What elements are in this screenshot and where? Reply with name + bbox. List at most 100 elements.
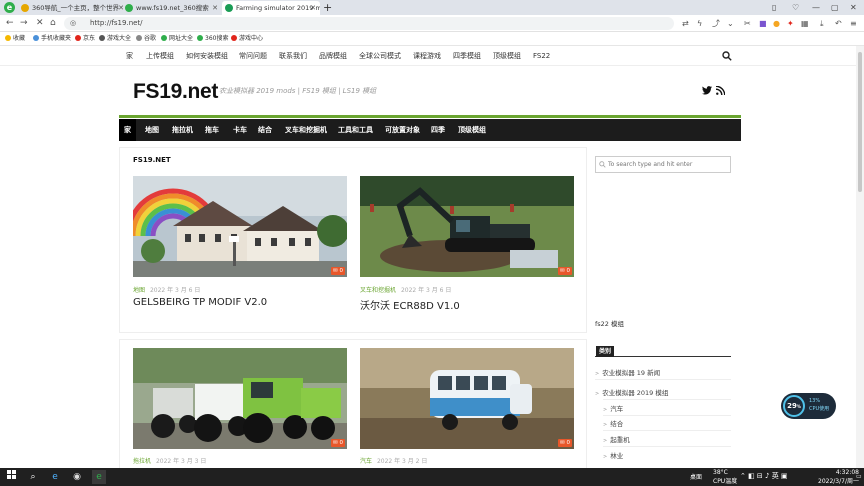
comment-count-badge[interactable]: ✉ 0	[331, 439, 345, 447]
post-thumbnail-bus[interactable]: ✉ 0	[360, 348, 574, 449]
search-icon[interactable]	[722, 51, 732, 61]
post-thumbnail-gelsbeirg[interactable]: ✉ 0	[133, 176, 347, 277]
post-title[interactable]: 沃尔沃 ECR88D V1.0	[360, 297, 460, 312]
bookmark-sites[interactable]: 网址大全	[161, 32, 193, 46]
category-item[interactable]: > 结合	[603, 418, 623, 428]
post-title[interactable]: GELSBEIRG TP MODIF V2.0	[133, 297, 267, 308]
topnav-seasons[interactable]: 四季模组	[453, 46, 481, 66]
minimize-icon[interactable]: —	[812, 1, 820, 14]
undo-icon[interactable]: ↶	[835, 17, 842, 30]
bookmark-games[interactable]: 游戏大全	[99, 32, 131, 46]
address-input[interactable]: ◎ http://fs19.net/	[64, 17, 674, 30]
tab-360-nav[interactable]: 360导航_一个主页，整个世界 ✕	[18, 1, 128, 15]
chevron-down-icon[interactable]: ⌄	[727, 17, 734, 30]
desktop-label[interactable]: 桌面	[690, 473, 702, 482]
mainnav-placeables[interactable]: 可放置对象	[385, 119, 420, 141]
tray-icons[interactable]: ⌃ ◧ ⊟ ♪ 英 ▣	[740, 472, 788, 481]
tab-close-icon[interactable]: ✕	[310, 1, 316, 15]
back-icon[interactable]: ←	[6, 17, 14, 30]
skin-icon[interactable]: ♡	[792, 1, 799, 14]
search-icon[interactable]: ⌕	[26, 470, 40, 484]
mainnav-tractors[interactable]: 拖拉机	[172, 119, 193, 141]
game-icon[interactable]: ✦	[787, 17, 794, 30]
tab-close-icon[interactable]: ✕	[212, 1, 218, 15]
topnav-contact[interactable]: 联系我们	[279, 46, 307, 66]
windows-start-icon[interactable]	[4, 470, 18, 484]
apps-grid-icon[interactable]: ▦	[801, 17, 809, 30]
bookmark-mobile[interactable]: 手机收藏夹	[33, 32, 71, 46]
category-item[interactable]: > 起重机	[603, 434, 630, 444]
mainnav-trailers[interactable]: 拖车	[205, 119, 219, 141]
post-category[interactable]: 地图	[133, 287, 145, 294]
comment-count-badge[interactable]: ✉ 0	[331, 267, 345, 275]
extension-icon[interactable]: ■	[759, 17, 767, 30]
shield-icon[interactable]: ●	[773, 17, 780, 30]
new-tab-button[interactable]: +	[323, 0, 332, 15]
rss-icon[interactable]	[715, 85, 726, 98]
mainnav-home[interactable]: 家	[119, 119, 136, 141]
fs22-mods-link[interactable]: fs22 模组	[595, 318, 624, 328]
close-window-icon[interactable]: ✕	[850, 1, 857, 14]
topnav-home[interactable]: 家	[126, 46, 133, 66]
stop-loading-icon[interactable]: ✕	[36, 17, 44, 30]
post-category[interactable]: 叉车和挖掘机	[360, 287, 396, 294]
topnav-upload[interactable]: 上传模组	[146, 46, 174, 66]
menu-lines-icon[interactable]: ≡	[850, 17, 857, 30]
edge-icon[interactable]: e	[48, 470, 62, 484]
topnav-faq[interactable]: 常问问题	[239, 46, 267, 66]
mainnav-top-mods[interactable]: 顶级模组	[458, 119, 486, 141]
lightning-icon[interactable]: ϟ	[697, 17, 702, 30]
bookmark-favorites[interactable]: 收藏	[5, 32, 25, 46]
tab-farming-simulator[interactable]: Farming simulator 2019 mo ✕	[222, 1, 320, 15]
download-icon[interactable]: ⤓	[820, 17, 824, 30]
bookmark-game-center[interactable]: 游戏中心	[231, 32, 263, 46]
post-category[interactable]: 拖拉机	[133, 458, 151, 465]
cpu-temp: 38°C CPU温度	[713, 469, 738, 485]
mainnav-maps[interactable]: 地图	[145, 119, 159, 141]
tab-360-search[interactable]: www.fs19.net_360搜索 ✕	[122, 1, 222, 15]
topnav-global-company[interactable]: 全球公司模式	[359, 46, 401, 66]
mainnav-trucks[interactable]: 卡车	[233, 119, 247, 141]
category-item[interactable]: > 林业	[603, 450, 623, 460]
notification-icon[interactable]: ▭	[856, 472, 862, 481]
steam-icon[interactable]: ◉	[70, 470, 84, 484]
category-item[interactable]: > 农业模拟器 19 新闻	[595, 367, 660, 377]
mainnav-forklifts-excavators[interactable]: 叉车和挖掘机	[285, 119, 327, 141]
menu-icon[interactable]: ▯	[772, 1, 776, 14]
browser-360-icon[interactable]: e	[92, 470, 106, 484]
topnav-how-to-install[interactable]: 如何安装模组	[186, 46, 228, 66]
bookmark-google[interactable]: 谷歌	[136, 32, 156, 46]
page-scrollbar[interactable]	[856, 46, 864, 468]
comment-count-badge[interactable]: ✉ 0	[558, 267, 572, 275]
maximize-icon[interactable]: ▢	[831, 1, 839, 14]
category-item[interactable]: > 农业模拟器 2019 模组	[595, 387, 668, 397]
topnav-brand-mods[interactable]: 品牌模组	[319, 46, 347, 66]
site-logo[interactable]: FS19.net	[133, 80, 218, 104]
category-item[interactable]: > 汽车	[603, 403, 623, 413]
topnav-fs22[interactable]: FS22	[533, 46, 550, 66]
bookmark-jd[interactable]: 京东	[75, 32, 95, 46]
browser-logo-icon[interactable]: e	[4, 2, 15, 13]
clock[interactable]: 4:32:08 2022/3/7/周一	[818, 468, 859, 486]
site-info-icon[interactable]: ◎	[70, 17, 76, 30]
translate-icon[interactable]: ⇄	[682, 17, 689, 30]
scroll-thumb[interactable]	[858, 52, 862, 192]
comment-count-badge[interactable]: ✉ 0	[558, 439, 572, 447]
cut-icon[interactable]: ✂	[744, 17, 751, 30]
share-icon[interactable]: ⤴	[712, 17, 720, 30]
mainnav-seasons[interactable]: 四季	[431, 119, 445, 141]
topnav-top-mods[interactable]: 顶级模组	[493, 46, 521, 66]
mainnav-combines[interactable]: 结合	[258, 119, 272, 141]
sidebar-search-input[interactable]	[608, 157, 728, 172]
post-thumbnail-volvo[interactable]: ✉ 0	[360, 176, 574, 277]
bookmark-360-search[interactable]: 360搜索	[197, 32, 228, 46]
home-icon[interactable]: ⌂	[50, 17, 56, 30]
mainnav-tools[interactable]: 工具和工具	[338, 119, 373, 141]
post-thumbnail-tractors[interactable]: ✉ 0	[133, 348, 347, 449]
twitter-icon[interactable]	[702, 86, 712, 98]
sidebar-search[interactable]	[595, 156, 731, 173]
topnav-course-play[interactable]: 课程游戏	[413, 46, 441, 66]
post-category[interactable]: 汽车	[360, 458, 372, 465]
cpu-usage-widget[interactable]: 29% 13% CPU使用	[781, 393, 836, 419]
forward-icon[interactable]: →	[20, 17, 28, 30]
